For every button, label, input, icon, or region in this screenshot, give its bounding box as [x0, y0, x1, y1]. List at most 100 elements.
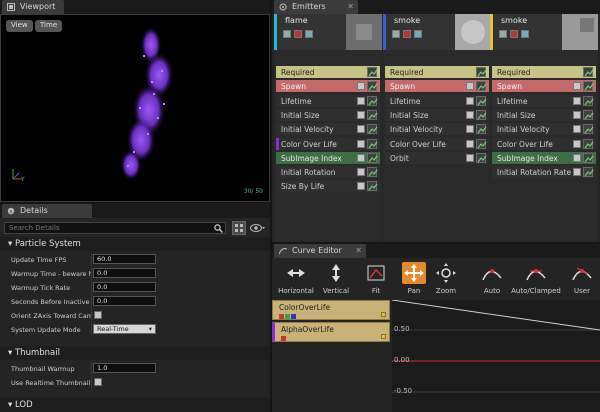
section-thumbnail[interactable]: ▾ Thumbnail	[0, 346, 270, 360]
curve-graph-icon[interactable]	[583, 81, 594, 92]
close-icon[interactable]: ✕	[347, 2, 354, 11]
module-enable-checkbox[interactable]	[573, 96, 581, 105]
emitter-module[interactable]: Lifetime	[492, 94, 596, 107]
track-visibility-icon[interactable]	[381, 334, 386, 339]
emitter-module[interactable]: Initial Size	[492, 108, 596, 121]
curve-graph-icon[interactable]	[367, 95, 378, 106]
curve-graph-icon[interactable]	[583, 152, 594, 163]
orient-zaxis-checkbox[interactable]	[94, 311, 102, 319]
module-enable-checkbox[interactable]	[466, 139, 474, 148]
update-time-fps-input[interactable]: 60.0	[93, 254, 156, 264]
tool-fit-button[interactable]: Fit	[356, 260, 396, 298]
tab-viewport[interactable]: Viewport	[2, 0, 64, 14]
module-enable-checkbox[interactable]	[573, 125, 581, 134]
emitter-module[interactable]: Required	[276, 66, 380, 78]
module-enable-checkbox[interactable]	[573, 139, 581, 148]
module-enable-checkbox[interactable]	[357, 168, 365, 177]
emitter-render-icon[interactable]	[305, 30, 313, 38]
curve-graph-icon[interactable]	[583, 109, 594, 120]
emitter-module[interactable]: Required	[385, 66, 489, 78]
emitter-module[interactable]: Initial Velocity	[492, 123, 596, 136]
emitter-enable-icon[interactable]	[499, 30, 507, 38]
warmup-time-input[interactable]: 0.0	[93, 268, 156, 278]
tool-vertical-button[interactable]: Vertical	[316, 260, 356, 298]
emitter-module[interactable]: SubImage Index	[276, 151, 380, 164]
emitter-module[interactable]: SubImage Index	[492, 151, 596, 164]
emitter-module[interactable]: Required	[492, 66, 596, 78]
emitter-module[interactable]: Orbit	[385, 151, 489, 164]
viewport-canvas[interactable]: View Time Y 30/ 50	[0, 14, 270, 202]
emitter-column[interactable]: smoke7 Required Spawn Lifetime Initial Size I…	[490, 14, 598, 242]
curve-graph-icon[interactable]	[367, 138, 378, 149]
emitter-module[interactable]: Initial Velocity	[276, 123, 380, 136]
eye-visibility-icon[interactable]	[250, 223, 266, 233]
curve-graph-icon[interactable]	[583, 95, 594, 106]
emitter-enable-icon[interactable]	[392, 30, 400, 38]
curve-graph-icon[interactable]	[367, 152, 378, 163]
emitter-module[interactable]: Initial Rotation Rate	[492, 166, 596, 179]
module-enable-checkbox[interactable]	[357, 182, 365, 191]
curve-graph-icon[interactable]	[583, 138, 594, 149]
system-update-mode-select[interactable]: Real-Time ▾	[93, 324, 156, 334]
emitter-module[interactable]: Color Over Life	[385, 137, 489, 150]
emitter-module[interactable]: Lifetime	[385, 94, 489, 107]
emitter-column[interactable]: smoke14 Required Spawn Lifetime Initial Size…	[383, 14, 491, 242]
tool-user-button[interactable]: User	[562, 260, 600, 298]
module-enable-checkbox[interactable]	[357, 96, 365, 105]
tab-emitters[interactable]: Emitters ✕	[274, 0, 358, 14]
search-icon[interactable]	[214, 224, 223, 233]
use-realtime-thumbnail-checkbox[interactable]	[94, 378, 102, 386]
emitter-module[interactable]: Initial Size	[276, 108, 380, 121]
module-enable-checkbox[interactable]	[357, 139, 365, 148]
track-channel-icons[interactable]	[281, 334, 286, 343]
curve-track[interactable]: ColorOverLife	[272, 300, 390, 320]
emitter-solo-icon[interactable]	[510, 30, 518, 38]
details-search-input[interactable]: Search Details	[4, 222, 226, 234]
close-icon[interactable]: ✕	[355, 246, 362, 255]
module-enable-checkbox[interactable]	[357, 153, 365, 162]
curve-graph-icon[interactable]	[583, 67, 594, 77]
curve-graph-icon[interactable]	[476, 152, 487, 163]
curve-graph-icon[interactable]	[367, 124, 378, 135]
emitter-module[interactable]: Spawn	[385, 80, 489, 93]
emitter-enable-icon[interactable]	[283, 30, 291, 38]
module-enable-checkbox[interactable]	[466, 110, 474, 119]
grid-view-icon[interactable]	[232, 221, 246, 235]
module-enable-checkbox[interactable]	[573, 153, 581, 162]
tool-auto-clamped-button[interactable]: Auto/Clamped	[510, 260, 562, 298]
curve-graph-icon[interactable]	[476, 95, 487, 106]
module-enable-checkbox[interactable]	[357, 125, 365, 134]
curve-graph[interactable]: 0.50 0.00 -0.50	[391, 299, 600, 412]
emitter-module[interactable]: Lifetime	[276, 94, 380, 107]
emitter-module[interactable]: Initial Size	[385, 108, 489, 121]
emitter-render-icon[interactable]	[521, 30, 529, 38]
section-particle-system[interactable]: ▾ Particle System	[0, 237, 270, 251]
curve-graph-icon[interactable]	[476, 124, 487, 135]
module-enable-checkbox[interactable]	[573, 82, 581, 91]
module-enable-checkbox[interactable]	[573, 168, 581, 177]
tab-curve-editor[interactable]: Curve Editor ✕	[274, 244, 366, 258]
module-enable-checkbox[interactable]	[357, 110, 365, 119]
emitter-solo-icon[interactable]	[403, 30, 411, 38]
module-enable-checkbox[interactable]	[466, 82, 474, 91]
curve-graph-icon[interactable]	[367, 167, 378, 178]
emitter-module[interactable]: Spawn	[276, 80, 380, 93]
curve-graph-icon[interactable]	[367, 181, 378, 192]
emitter-module[interactable]: Spawn	[492, 80, 596, 93]
curve-graph-icon[interactable]	[476, 81, 487, 92]
track-visibility-icon[interactable]	[381, 312, 386, 317]
tool-horizontal-button[interactable]: Horizontal	[276, 260, 316, 298]
emitter-header[interactable]: smoke7	[490, 14, 598, 50]
curve-graph-icon[interactable]	[476, 67, 487, 77]
module-enable-checkbox[interactable]	[466, 153, 474, 162]
emitter-solo-icon[interactable]	[294, 30, 302, 38]
emitter-module[interactable]: Color Over Life	[276, 137, 380, 150]
curve-track[interactable]: AlphaOverLife	[272, 322, 390, 342]
curve-graph-icon[interactable]	[476, 109, 487, 120]
emitter-module[interactable]: Size By Life	[276, 180, 380, 193]
module-enable-checkbox[interactable]	[573, 110, 581, 119]
curve-graph-icon[interactable]	[367, 109, 378, 120]
curve-graph-icon[interactable]	[367, 81, 378, 92]
module-enable-checkbox[interactable]	[357, 82, 365, 91]
curve-graph-icon[interactable]	[367, 67, 378, 77]
